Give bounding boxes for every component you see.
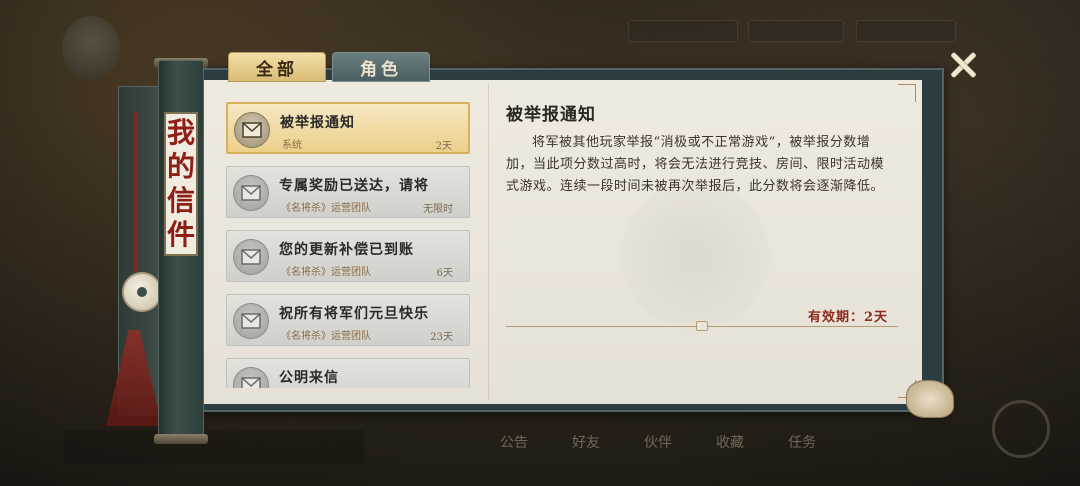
mail-expire: 6天 xyxy=(436,268,453,279)
my-mail-title: 我 的 信 件 xyxy=(164,112,198,256)
envelope-icon xyxy=(233,239,269,275)
mail-expire: 2天 xyxy=(435,141,452,152)
guardian-lion-ornament xyxy=(906,380,954,418)
background-bottom-menu: 公告 好友 伙伴 收藏 任务 xyxy=(500,426,970,458)
background-level-ring xyxy=(992,400,1050,458)
mail-item-report-notice[interactable]: 被举报通知 系统 2天 xyxy=(226,102,470,154)
envelope-icon xyxy=(233,367,269,388)
mail-sender: 《名将杀》运营团队 xyxy=(281,331,371,342)
scroll-cap-bottom xyxy=(154,434,208,444)
mail-sender: 《名将杀》运营团队 xyxy=(281,267,371,278)
tassel-cord xyxy=(134,112,137,272)
envelope-icon xyxy=(233,303,269,339)
bottom-menu-item: 好友 xyxy=(572,435,600,451)
title-char: 我 xyxy=(166,116,195,149)
bottom-menu-item: 收藏 xyxy=(716,435,744,451)
watermark-emblem xyxy=(620,180,770,330)
mail-title: 您的更新补偿已到账 xyxy=(279,242,414,258)
tab-role[interactable]: 角色 xyxy=(332,52,430,82)
mail-sender: 系统 xyxy=(282,140,302,151)
mail-sender: 《名将杀》运营团队 xyxy=(281,203,371,214)
list-detail-separator xyxy=(488,84,489,400)
mail-item-exclusive-reward[interactable]: 专属奖励已送达，请将 《名将杀》运营团队 无限时 xyxy=(226,166,470,218)
mail-detail-body: 将军被其他玩家举报“消极或不正常游戏”，被举报分数增加，当此项分数过高时，将会无… xyxy=(506,135,885,194)
tab-all[interactable]: 全部 xyxy=(228,52,326,82)
background-resource-bar xyxy=(628,20,958,42)
mail-list[interactable]: 被举报通知 系统 2天 专属奖励已送达，请将 《名将杀》运营团队 无限时 您的更… xyxy=(222,96,472,388)
mail-title: 专属奖励已送达，请将 xyxy=(279,178,429,194)
mail-expire: 23天 xyxy=(430,332,453,343)
mail-title: 公明来信 xyxy=(279,370,339,386)
mail-title: 祝所有将军们元旦快乐 xyxy=(279,306,429,322)
bottom-menu-item: 伙伴 xyxy=(644,435,672,451)
bottom-menu-item: 公告 xyxy=(500,435,528,451)
divider-knot-ornament xyxy=(696,321,708,331)
mail-item-gongming-letter[interactable]: 公明来信 xyxy=(226,358,470,388)
background-chat-box xyxy=(64,430,364,464)
jade-pendant-icon xyxy=(122,272,162,312)
mail-expire: 无限时 xyxy=(423,204,453,215)
mail-item-new-year[interactable]: 祝所有将军们元旦快乐 《名将杀》运营团队 23天 xyxy=(226,294,470,346)
close-button[interactable] xyxy=(948,50,978,80)
title-char: 的 xyxy=(166,150,195,183)
mail-detail-title: 被举报通知 xyxy=(506,105,596,125)
bottom-menu-item: 任务 xyxy=(788,435,816,451)
corner-ornament xyxy=(898,84,916,102)
background-player-avatar xyxy=(62,16,120,80)
mail-title: 被举报通知 xyxy=(280,115,355,131)
title-char: 信 xyxy=(166,184,195,217)
title-char: 件 xyxy=(166,218,195,251)
envelope-icon xyxy=(234,112,270,148)
mail-validity: 有效期：2天 xyxy=(808,310,889,325)
envelope-icon xyxy=(233,175,269,211)
mail-item-update-compensation[interactable]: 您的更新补偿已到账 《名将杀》运营团队 6天 xyxy=(226,230,470,282)
